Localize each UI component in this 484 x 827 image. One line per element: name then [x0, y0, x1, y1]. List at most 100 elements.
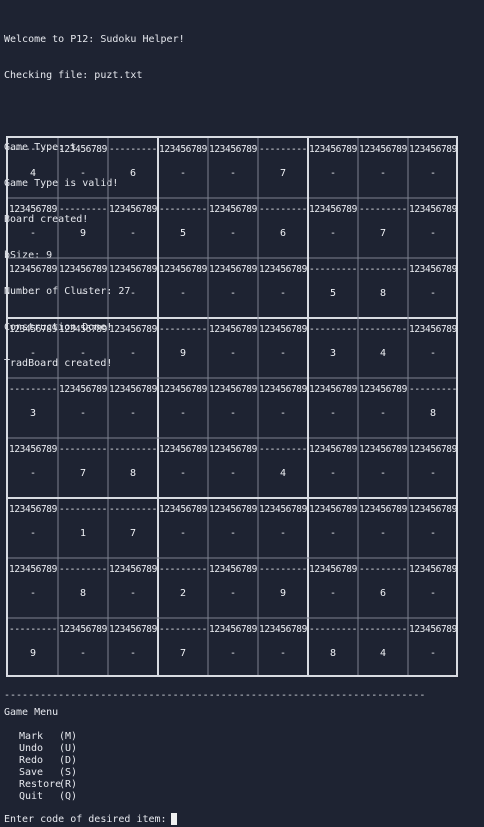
menu-item-mark[interactable]: Mark (M): [19, 731, 77, 743]
board-cell[interactable]: 123456789 -: [58, 138, 108, 198]
board-cell[interactable]: --------- 8: [108, 438, 158, 498]
board-cell[interactable]: 123456789 -: [208, 258, 258, 318]
board-cell[interactable]: --------- 3: [8, 378, 58, 438]
board-cell[interactable]: 123456789 -: [358, 138, 408, 198]
board-cell[interactable]: 123456789 -: [208, 498, 258, 558]
board-cell[interactable]: --------- 4: [358, 318, 408, 378]
board-cell[interactable]: 123456789 -: [158, 498, 208, 558]
board-cell[interactable]: 123456789 -: [258, 498, 308, 558]
board-cell[interactable]: --------- 6: [258, 198, 308, 258]
board-cell[interactable]: 123456789 -: [208, 558, 258, 618]
board-cell[interactable]: --------- 6: [358, 558, 408, 618]
board-cell[interactable]: 123456789 -: [408, 558, 458, 618]
board-cell[interactable]: 123456789 -: [108, 318, 158, 378]
board-cell[interactable]: 123456789 -: [308, 558, 358, 618]
board-cell[interactable]: 123456789 -: [358, 438, 408, 498]
cell-candidates: 123456789: [59, 264, 107, 275]
board-cell[interactable]: 123456789 -: [208, 318, 258, 378]
cell-candidates: ---------: [109, 444, 157, 455]
cell-value: 7: [279, 168, 287, 179]
board-cell[interactable]: 123456789 -: [308, 438, 358, 498]
board-cell[interactable]: 123456789 -: [408, 318, 458, 378]
board-cell[interactable]: 123456789 -: [58, 318, 108, 378]
board-cell[interactable]: 123456789 -: [208, 438, 258, 498]
board-cell[interactable]: 123456789 -: [408, 258, 458, 318]
board-cell[interactable]: 123456789 -: [208, 378, 258, 438]
board-cell[interactable]: 123456789 -: [8, 498, 58, 558]
board-cell[interactable]: --------- 4: [258, 438, 308, 498]
cell-value: -: [29, 288, 37, 299]
board-cell[interactable]: 123456789 -: [208, 618, 258, 678]
board-cell[interactable]: 123456789 -: [8, 258, 58, 318]
board-cell[interactable]: 123456789 -: [108, 378, 158, 438]
board-cell[interactable]: 123456789 -: [258, 378, 308, 438]
board-cell[interactable]: 123456789 -: [358, 378, 408, 438]
board-cell[interactable]: 123456789 -: [108, 618, 158, 678]
board-cell[interactable]: --------- 1: [58, 498, 108, 558]
board-cell[interactable]: 123456789 -: [308, 198, 358, 258]
board-cell[interactable]: --------- 5: [158, 198, 208, 258]
board-cell[interactable]: 123456789 -: [108, 258, 158, 318]
board-cell[interactable]: 123456789 -: [108, 558, 158, 618]
board-cell[interactable]: 123456789 -: [208, 198, 258, 258]
board-cell[interactable]: 123456789 -: [308, 378, 358, 438]
menu-item-restore[interactable]: Restore (R): [19, 779, 77, 791]
board-cell[interactable]: 123456789 -: [58, 618, 108, 678]
command-prompt[interactable]: Enter code of desired item:: [4, 813, 177, 825]
cell-candidates: 123456789: [159, 504, 207, 515]
board-cell[interactable]: 123456789 -: [308, 498, 358, 558]
cell-candidates: ---------: [309, 264, 357, 275]
cell-candidates: 123456789: [409, 624, 457, 635]
board-cell[interactable]: --------- 6: [108, 138, 158, 198]
board-cell[interactable]: --------- 4: [8, 138, 58, 198]
board-cell[interactable]: --------- 8: [308, 618, 358, 678]
board-cell[interactable]: --------- 2: [158, 558, 208, 618]
board-cell[interactable]: --------- 8: [58, 558, 108, 618]
cell-candidates: 123456789: [309, 444, 357, 455]
board-cell[interactable]: --------- 7: [158, 618, 208, 678]
board-cell[interactable]: --------- 5: [308, 258, 358, 318]
board-cell[interactable]: 123456789 -: [158, 438, 208, 498]
board-cell[interactable]: --------- 7: [108, 498, 158, 558]
board-cell[interactable]: --------- 7: [358, 198, 408, 258]
text-cursor[interactable]: [170, 813, 177, 825]
board-cell[interactable]: 123456789 -: [208, 138, 258, 198]
board-cell[interactable]: 123456789 -: [8, 318, 58, 378]
board-cell[interactable]: --------- 4: [358, 618, 408, 678]
board-cell[interactable]: --------- 8: [358, 258, 408, 318]
board-cell[interactable]: 123456789 -: [308, 138, 358, 198]
cell-value: 8: [429, 408, 437, 419]
board-cell[interactable]: 123456789 -: [158, 258, 208, 318]
board-cell[interactable]: 123456789 -: [58, 378, 108, 438]
board-cell[interactable]: 123456789 -: [408, 498, 458, 558]
board-cell[interactable]: 123456789 -: [108, 198, 158, 258]
board-cell[interactable]: 123456789 -: [8, 438, 58, 498]
board-cell[interactable]: 123456789 -: [8, 558, 58, 618]
board-cell[interactable]: --------- 8: [408, 378, 458, 438]
board-cell[interactable]: --------- 9: [58, 198, 108, 258]
board-cell[interactable]: 123456789 -: [408, 618, 458, 678]
board-cell[interactable]: 123456789 -: [408, 438, 458, 498]
menu-item-redo[interactable]: Redo (D): [19, 755, 77, 767]
board-cell[interactable]: 123456789 -: [358, 498, 408, 558]
menu-item-quit[interactable]: Quit (Q): [19, 791, 77, 803]
board-cell[interactable]: 123456789 -: [408, 138, 458, 198]
board-cell[interactable]: --------- 3: [308, 318, 358, 378]
board-cell[interactable]: --------- 9: [8, 618, 58, 678]
board-cell[interactable]: --------- 9: [258, 558, 308, 618]
board-cell[interactable]: 123456789 -: [408, 198, 458, 258]
board-cell[interactable]: 123456789 -: [8, 198, 58, 258]
cell-value: -: [329, 168, 337, 179]
menu-item-undo[interactable]: Undo (U): [19, 743, 77, 755]
board-cell[interactable]: --------- 7: [258, 138, 308, 198]
board-cell[interactable]: 123456789 -: [58, 258, 108, 318]
cell-candidates: ---------: [59, 444, 107, 455]
board-cell[interactable]: --------- 7: [58, 438, 108, 498]
board-cell[interactable]: 123456789 -: [158, 138, 208, 198]
board-cell[interactable]: 123456789 -: [258, 618, 308, 678]
board-cell[interactable]: 123456789 -: [258, 318, 308, 378]
menu-item-save[interactable]: Save (S): [19, 767, 77, 779]
board-cell[interactable]: --------- 9: [158, 318, 208, 378]
board-cell[interactable]: 123456789 -: [258, 258, 308, 318]
board-cell[interactable]: 123456789 -: [158, 378, 208, 438]
